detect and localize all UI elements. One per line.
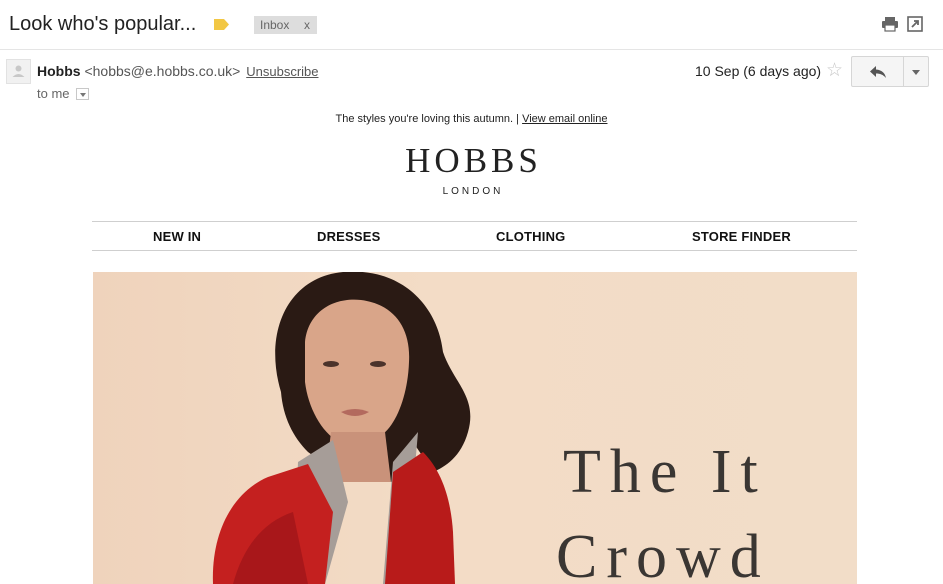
inbox-chip-label: Inbox	[260, 18, 290, 32]
recipient-line: to me	[37, 86, 90, 101]
star-icon[interactable]: ☆	[826, 61, 843, 80]
new-window-icon[interactable]	[907, 16, 923, 32]
preheader-separator: |	[516, 113, 520, 125]
email-subject: Look who's popular...	[9, 13, 197, 35]
unsubscribe-link[interactable]: Unsubscribe	[246, 64, 318, 79]
print-icon[interactable]	[881, 16, 899, 32]
person-icon	[12, 65, 25, 77]
brand-logo[interactable]: HOBBS	[0, 141, 943, 181]
remove-label-button[interactable]: x	[304, 18, 310, 32]
nav-new-in[interactable]: NEW IN	[153, 229, 201, 244]
sender-line: Hobbs <hobbs@e.hobbs.co.uk> Unsubscribe	[37, 63, 319, 79]
brand-subtitle: LONDON	[442, 186, 504, 197]
nav-clothing[interactable]: CLOTHING	[496, 229, 565, 244]
hero-title-line-1: The It	[563, 438, 767, 506]
inbox-label-chip[interactable]: Inbox x	[254, 16, 317, 34]
show-details-dropdown[interactable]	[76, 87, 90, 100]
preheader-text: The styles you're loving this autumn.	[335, 113, 514, 125]
message-date: 10 Sep (6 days ago)	[695, 63, 822, 79]
sender-email: <hobbs@e.hobbs.co.uk>	[84, 63, 241, 79]
email-nav: NEW IN DRESSES CLOTHING STORE FINDER	[92, 221, 857, 251]
view-online-link[interactable]: View email online	[522, 113, 607, 125]
reply-arrow-icon	[870, 66, 886, 78]
sender-avatar[interactable]	[6, 59, 31, 84]
email-preheader: The styles you're loving this autumn. | …	[0, 113, 943, 125]
subject-bar: Look who's popular... Inbox x	[0, 0, 943, 50]
label-tag-icon[interactable]	[213, 18, 230, 31]
reply-button[interactable]	[851, 56, 904, 87]
recipient-label: to me	[37, 86, 70, 101]
more-actions-button[interactable]	[903, 56, 929, 87]
nav-dresses[interactable]: DRESSES	[317, 229, 381, 244]
nav-store-finder[interactable]: STORE FINDER	[692, 229, 791, 244]
hero-banner[interactable]: The It Crowd	[93, 272, 857, 584]
sender-name[interactable]: Hobbs	[37, 63, 81, 79]
hero-title-line-2: Crowd	[556, 523, 770, 584]
